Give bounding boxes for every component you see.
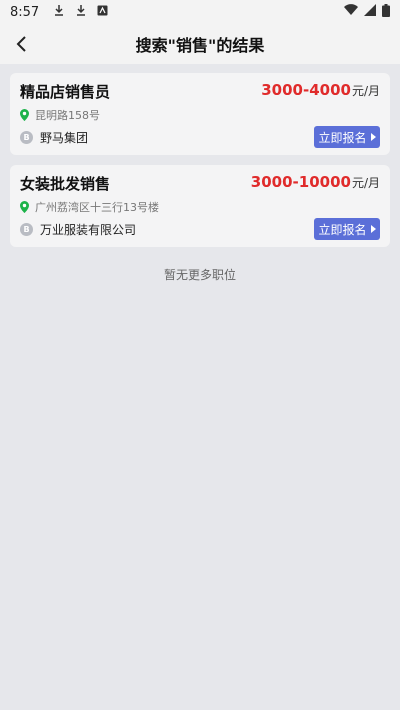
job-title: 精品店销售员 [20,83,111,101]
salary-unit: 元/月 [351,84,380,98]
address-text: 广州荔湾区十三行13号楼 [35,201,159,214]
download-icon [75,4,87,20]
company-icon: B [20,131,33,144]
job-title: 女装批发销售 [20,175,111,193]
back-button[interactable] [10,32,34,56]
battery-icon [382,3,390,21]
salary-range: 3000-4000 [261,81,351,99]
company-icon: B [20,223,33,236]
status-time: 8:57 [10,4,40,20]
salary: 3000-4000 元/月 [261,81,380,99]
play-arrow-icon [370,225,376,233]
salary-unit: 元/月 [351,176,380,190]
chevron-left-icon [16,36,26,52]
address-text: 昆明路158号 [35,109,100,122]
signal-icon [364,4,376,20]
page-title: 搜索"销售"的结果 [135,36,265,55]
wifi-icon [344,4,358,20]
no-more-jobs-text: 暂无更多职位 [163,268,236,282]
address: 广州荔湾区十三行13号楼 [20,199,159,215]
company: B 万业服装有限公司 [20,221,136,238]
play-arrow-icon [370,133,376,141]
apply-button[interactable]: 立即报名 [314,126,380,148]
download-icon [53,4,65,20]
nav-header: 搜索"销售"的结果 [0,24,400,64]
company-name: 万业服装有限公司 [40,223,137,237]
company-name: 野马集团 [40,131,89,145]
app-notification-icon [97,5,108,20]
apply-button-label: 立即报名 [318,222,367,237]
job-card[interactable]: 精品店销售员 3000-4000 元/月 昆明路158号 B 野马集团 立即报名 [10,73,390,155]
salary-range: 3000-10000 [250,173,351,191]
apply-button[interactable]: 立即报名 [314,218,380,240]
location-pin-icon [20,109,29,121]
status-bar: 8:57 [0,0,400,24]
company: B 野马集团 [20,129,88,146]
salary: 3000-10000 元/月 [251,173,380,191]
location-pin-icon [20,201,29,213]
apply-button-label: 立即报名 [318,130,367,145]
job-list: 精品店销售员 3000-4000 元/月 昆明路158号 B 野马集团 立即报名… [10,73,390,257]
job-card[interactable]: 女装批发销售 3000-10000 元/月 广州荔湾区十三行13号楼 B 万业服… [10,165,390,247]
address: 昆明路158号 [20,107,100,123]
